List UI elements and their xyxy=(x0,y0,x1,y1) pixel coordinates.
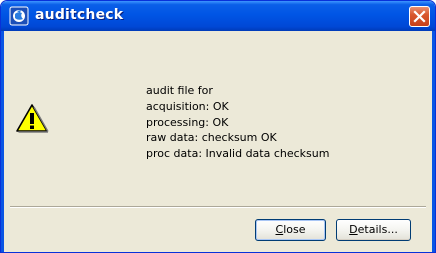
title-bar[interactable]: auditcheck xyxy=(1,1,435,31)
message-line: proc data: Invalid data checksum xyxy=(146,147,330,161)
close-button[interactable]: Close xyxy=(255,219,326,241)
message-line: audit file for xyxy=(146,84,213,97)
message-text: audit file for acquisition: OK processin… xyxy=(146,83,329,162)
close-icon xyxy=(413,10,426,23)
details-button-mnemonic: D xyxy=(349,223,358,236)
auditcheck-dialog: auditcheck audit file for acquisition: O… xyxy=(0,0,436,253)
warning-icon xyxy=(16,104,49,133)
window-border-left xyxy=(1,31,4,252)
details-button-label: etails... xyxy=(357,223,398,236)
message-line: processing: OK xyxy=(146,115,229,129)
app-globe-icon xyxy=(9,6,29,26)
message-line: raw data: checksum OK xyxy=(146,131,277,145)
window-title: auditcheck xyxy=(35,7,124,23)
details-button[interactable]: Details... xyxy=(336,219,411,241)
window-close-button[interactable] xyxy=(409,6,430,27)
separator xyxy=(10,206,426,208)
close-button-label: lose xyxy=(283,223,306,236)
message-line: acquisition: OK xyxy=(146,99,229,113)
window-border-right xyxy=(432,31,435,252)
